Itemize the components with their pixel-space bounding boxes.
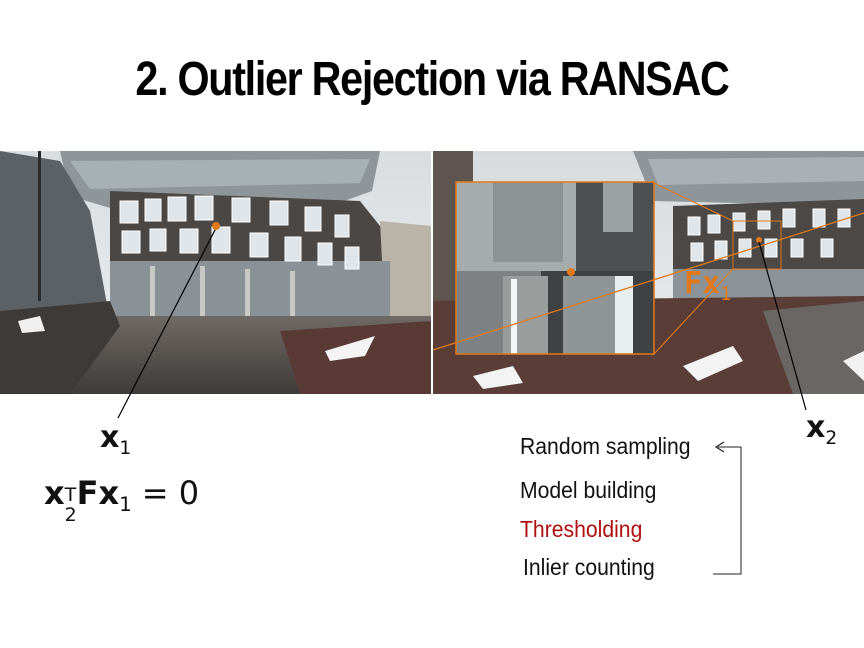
x2-label: x2 [806, 410, 837, 449]
eq-rhs: = 0 [141, 474, 200, 512]
fx1-subscript: 1 [720, 283, 732, 305]
eq-transpose: T [64, 484, 77, 506]
epipolar-equation: x T 2 Fx1 = 0 [44, 474, 200, 526]
fx1-label: Fx1 [684, 266, 731, 305]
eq-x2-subscript: 2 [64, 504, 77, 526]
step-thresholding: Thresholding [520, 516, 643, 542]
x2-subscript: 2 [825, 427, 838, 449]
x1-subscript: 1 [119, 437, 132, 459]
x1-main: x [100, 420, 120, 455]
left-camera-image [0, 151, 431, 394]
x1-label: x1 [100, 420, 131, 459]
loop-arrowhead [714, 441, 725, 453]
step-random-sampling: Random sampling [520, 433, 691, 459]
step-model-building: Model building [520, 477, 657, 503]
right-camera-image [433, 151, 864, 394]
x2-main: x [806, 410, 826, 445]
eq-x1: x [98, 474, 120, 512]
loop-bracket [713, 446, 742, 575]
page-title: 2. Outlier Rejection via RANSAC [135, 53, 729, 106]
fx1-main: Fx [684, 266, 721, 301]
eq-F: F [76, 474, 99, 512]
step-inlier-counting: Inlier counting [523, 554, 655, 580]
eq-x2: x [44, 474, 65, 512]
eq-x1-subscript: 1 [119, 492, 132, 516]
